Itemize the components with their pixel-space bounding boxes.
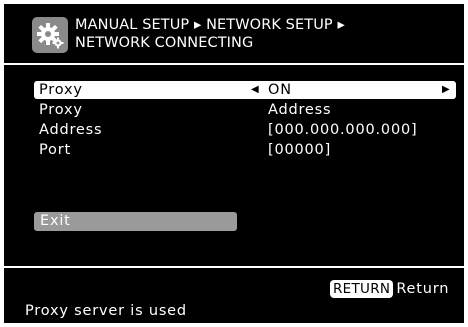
menu-row-value: [00000]: [268, 142, 332, 158]
gear-icon: [32, 17, 68, 53]
menu-row-label: Proxy: [39, 82, 83, 98]
breadcrumb: MANUAL SETUP ▸ NETWORK SETUP ▸ NETWORK C…: [75, 16, 345, 52]
header: MANUAL SETUP ▸ NETWORK SETUP ▸ NETWORK C…: [4, 4, 464, 60]
menu-row-value: Address: [268, 102, 332, 118]
menu-row-label: Proxy: [39, 102, 83, 118]
setup-screen: MANUAL SETUP ▸ NETWORK SETUP ▸ NETWORK C…: [4, 4, 464, 323]
menu-row-label: Port: [39, 142, 71, 158]
bottom-divider: [4, 266, 464, 268]
return-label: Return: [396, 280, 450, 297]
exit-button[interactable]: Exit: [34, 212, 237, 231]
exit-label: Exit: [40, 213, 71, 229]
menu-row-value: ON: [268, 82, 292, 98]
arrow-left-icon[interactable]: ◀: [251, 81, 260, 99]
breadcrumb-line-2: NETWORK CONNECTING: [75, 35, 254, 51]
arrow-right-icon[interactable]: ▶: [442, 81, 451, 99]
menu-row-proxy[interactable]: Proxy ◀ ON ▶: [34, 81, 456, 99]
return-key-badge[interactable]: RETURN: [330, 279, 394, 298]
menu-row-label: Address: [39, 122, 103, 138]
top-divider: [4, 63, 464, 65]
return-hint: RETURN Return: [330, 278, 449, 298]
status-text: Proxy server is used: [25, 303, 187, 319]
breadcrumb-line-1: MANUAL SETUP ▸ NETWORK SETUP ▸: [75, 17, 345, 33]
menu-row-value: [000.000.000.000]: [268, 122, 418, 138]
